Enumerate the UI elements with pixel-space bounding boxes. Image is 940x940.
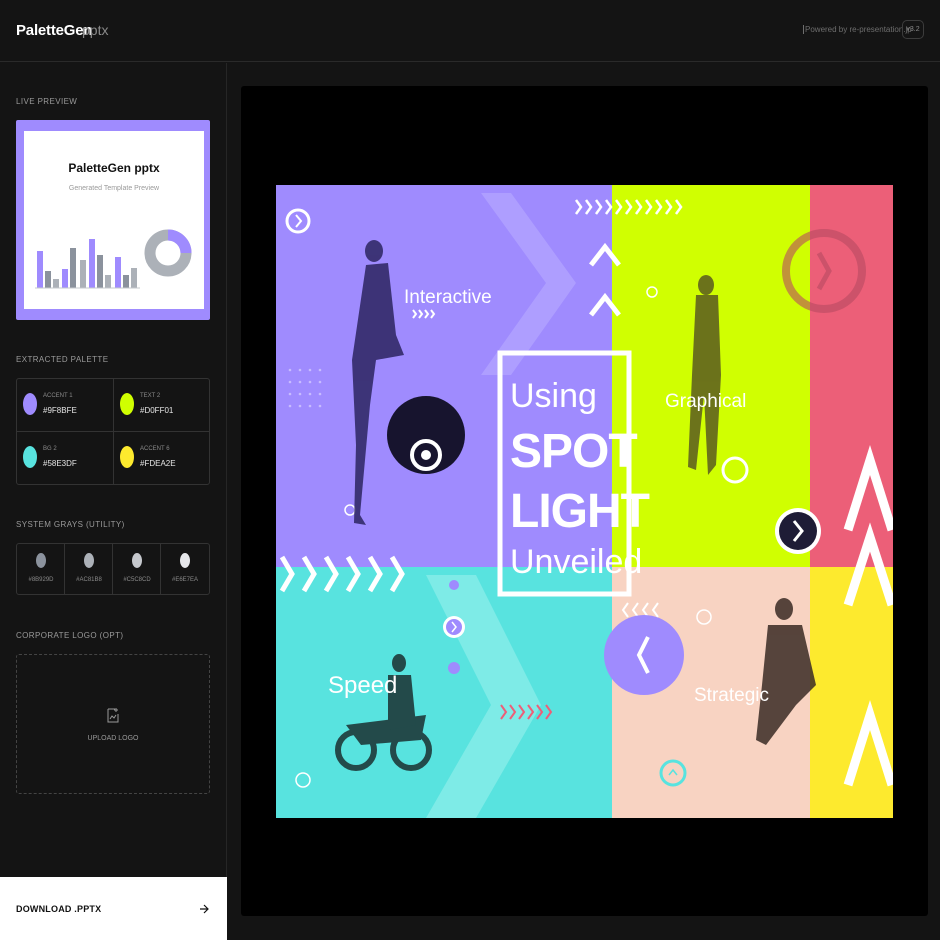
preview-bar	[37, 251, 43, 288]
title-line-4: Unveiled	[510, 543, 642, 581]
gray-color	[84, 553, 94, 568]
gray-hex: #E6E7EA	[171, 577, 199, 583]
sidebar: LIVE PREVIEW PaletteGen pptx Generated T…	[0, 63, 227, 940]
preview-title: PaletteGen pptx	[68, 161, 160, 175]
swatch-color	[120, 393, 134, 415]
preview-bar	[115, 257, 121, 288]
extracted-palette-heading: EXTRACTED PALETTE	[16, 355, 109, 364]
preview-bar	[89, 239, 95, 288]
swatch-name: ACCENT 6	[140, 446, 170, 452]
swatch-name: TEXT 2	[140, 393, 161, 399]
title-line-3: LIGHT	[510, 485, 650, 538]
preview-bar	[53, 279, 59, 288]
slide-preview: Using SPOT LIGHT Unveiled Interactive Gr…	[276, 185, 893, 818]
download-pptx-button[interactable]: DOWNLOAD .PPTX	[0, 877, 227, 940]
title-line-2: SPOT	[510, 425, 637, 478]
swatch-color	[23, 446, 37, 468]
corporate-logo-heading: CORPORATE LOGO (OPT)	[16, 631, 124, 640]
live-preview-card: PaletteGen pptx Generated Template Previ…	[16, 120, 210, 320]
prev-circle	[604, 615, 684, 695]
preview-donut-slice	[167, 229, 192, 254]
preview-bar	[105, 275, 111, 288]
palette-grid: ACCENT 1 #9F8BFE TEXT 2 #D0FF01 BG 2 #58…	[16, 378, 210, 485]
slide-canvas: Using SPOT LIGHT Unveiled Interactive Gr…	[241, 86, 928, 916]
palette-swatch[interactable]: TEXT 2 #D0FF01	[114, 379, 210, 431]
swatch-name: ACCENT 1	[43, 393, 73, 399]
gray-swatch[interactable]: #8B929D	[17, 544, 65, 594]
gray-swatch[interactable]: #AC81B8	[65, 544, 113, 594]
gray-swatch[interactable]: #C5C8CD	[113, 544, 161, 594]
preview-bar	[131, 268, 137, 288]
preview-slide: PaletteGen pptx Generated Template Previ…	[24, 131, 204, 309]
preview-bar	[45, 271, 51, 288]
brand-subtitle: pptx	[82, 22, 109, 38]
label-interactive: Interactive	[404, 287, 492, 308]
gray-color	[180, 553, 190, 568]
swatch-hex: #9F8BFE	[43, 406, 77, 415]
palette-swatch[interactable]: BG 2 #58E3DF	[17, 432, 113, 484]
gray-color	[132, 553, 142, 568]
dark-target-circle	[387, 396, 465, 474]
gray-color	[36, 553, 46, 568]
upload-logo-label: UPLOAD LOGO	[87, 735, 139, 742]
system-grays-heading: SYSTEM GRAYS (UTILITY)	[16, 520, 125, 529]
arrow-right-icon	[200, 904, 209, 914]
grays-grid: #8B929D #AC81B8 #C5C8CD #E6E7EA	[16, 543, 210, 595]
gray-hex: #C5C8CD	[123, 577, 151, 583]
label-strategic: Strategic	[694, 685, 769, 706]
preview-chart	[35, 229, 192, 289]
brand-title: PaletteGen	[16, 22, 93, 39]
title-line-1: Using	[510, 377, 597, 415]
gray-swatch[interactable]: #E6E7EA	[161, 544, 209, 594]
gray-hex: #8B929D	[28, 577, 54, 583]
powered-by-link[interactable]: Powered by re-presentation.jp	[803, 25, 912, 34]
slide-artwork: Using SPOT LIGHT Unveiled Interactive Gr…	[276, 185, 893, 818]
label-graphical: Graphical	[665, 391, 746, 412]
logo-upload-dropzone[interactable]: UPLOAD LOGO	[16, 654, 210, 794]
preview-bar	[97, 255, 103, 288]
palette-swatch[interactable]: ACCENT 1 #9F8BFE	[17, 379, 113, 431]
preview-bar	[80, 260, 86, 288]
download-label: DOWNLOAD .PPTX	[16, 904, 102, 914]
label-speed: Speed	[328, 672, 397, 699]
image-upload-icon	[107, 708, 119, 723]
preview-bar	[123, 275, 129, 288]
version-badge: v3.2	[902, 20, 924, 39]
swatch-hex: #FDEA2E	[140, 459, 176, 468]
preview-subtitle: Generated Template Preview	[68, 185, 160, 192]
live-preview-heading: LIVE PREVIEW	[16, 97, 78, 106]
preview-bar	[62, 269, 68, 288]
app-header: PaletteGen pptx Powered by re-presentati…	[0, 0, 940, 62]
palette-swatch[interactable]: ACCENT 6 #FDEA2E	[114, 432, 210, 484]
swatch-hex: #58E3DF	[43, 459, 77, 468]
swatch-color	[120, 446, 134, 468]
swatch-hex: #D0FF01	[140, 406, 174, 415]
swatch-name: BG 2	[43, 446, 57, 452]
swatch-color	[23, 393, 37, 415]
preview-bar	[70, 248, 76, 288]
gray-hex: #AC81B8	[76, 577, 102, 583]
